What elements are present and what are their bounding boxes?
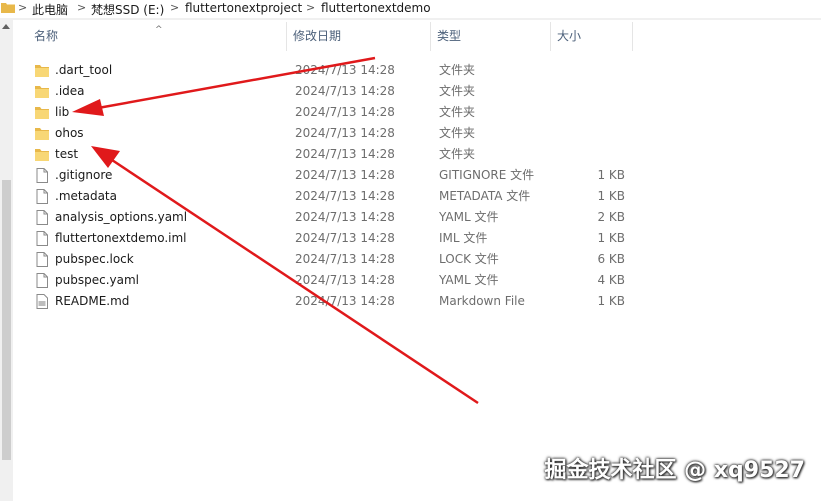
- file-type: GITIGNORE 文件: [439, 168, 535, 182]
- folder-icon: [35, 126, 49, 141]
- file-modified-date: 2024/7/13 14:28: [295, 63, 395, 77]
- file-name: .metadata: [55, 189, 117, 203]
- file-size: 4 KB: [597, 273, 625, 287]
- file-name: README.md: [55, 294, 130, 308]
- column-divider[interactable]: [632, 22, 633, 51]
- file-size: 1 KB: [597, 231, 625, 245]
- file-name: .dart_tool: [55, 63, 113, 77]
- file-modified-date: 2024/7/13 14:28: [295, 252, 395, 266]
- file-size: 1 KB: [597, 168, 625, 182]
- file-modified-date: 2024/7/13 14:28: [295, 189, 395, 203]
- breadcrumb-current-folder[interactable]: fluttertonextdemo: [321, 1, 431, 15]
- file-size: 1 KB: [597, 189, 625, 203]
- file-icon: [35, 189, 49, 204]
- file-name: pubspec.yaml: [55, 273, 139, 287]
- file-row[interactable]: .metadata 2024/7/13 14:28 METADATA 文件 1 KB: [30, 186, 630, 207]
- file-row[interactable]: pubspec.lock 2024/7/13 14:28 LOCK 文件 6 KB: [30, 249, 630, 270]
- file-row[interactable]: test 2024/7/13 14:28 文件夹: [30, 144, 630, 165]
- sort-ascending-icon: ^: [155, 25, 163, 35]
- file-row[interactable]: .gitignore 2024/7/13 14:28 GITIGNORE 文件 1 K…: [30, 165, 630, 186]
- file-type: YAML 文件: [439, 273, 499, 287]
- file-type: 文件夹: [439, 105, 476, 119]
- file-icon: [35, 210, 49, 225]
- file-name: fluttertonextdemo.iml: [55, 231, 187, 245]
- file-modified-date: 2024/7/13 14:28: [295, 273, 395, 287]
- file-size: [570, 102, 625, 123]
- column-header-type[interactable]: 类型: [431, 20, 549, 53]
- column-header-size[interactable]: 大小: [551, 20, 632, 53]
- file-row[interactable]: .dart_tool 2024/7/13 14:28 文件夹: [30, 60, 630, 81]
- file-name: test: [55, 147, 79, 161]
- address-bar[interactable]: > 此电脑 > 梵想SSD (E:) > fluttertonextprojec…: [0, 0, 821, 18]
- folder-icon: [35, 84, 49, 99]
- chevron-right-icon[interactable]: >: [306, 1, 315, 14]
- file-modified-date: 2024/7/13 14:28: [295, 168, 395, 182]
- file-type: YAML 文件: [439, 210, 499, 224]
- folder-icon: [35, 147, 49, 162]
- file-size: [570, 123, 625, 144]
- column-header-type-label: 类型: [437, 29, 462, 43]
- column-header-name-label: 名称: [34, 29, 59, 43]
- file-row[interactable]: analysis_options.yaml 2024/7/13 14:28 YAML…: [30, 207, 630, 228]
- file-name: lib: [55, 105, 70, 119]
- file-icon: [35, 252, 49, 267]
- file-size: [570, 144, 625, 165]
- chevron-right-icon[interactable]: >: [18, 1, 27, 14]
- folder-icon: [35, 105, 49, 120]
- column-header-size-label: 大小: [557, 29, 582, 43]
- file-size: 2 KB: [597, 210, 625, 224]
- file-icon: [35, 231, 49, 246]
- file-type: 文件夹: [439, 63, 476, 77]
- file-type: 文件夹: [439, 126, 476, 140]
- file-row[interactable]: README.md 2024/7/13 14:28 Markdown File 1 K…: [30, 291, 630, 312]
- file-type: METADATA 文件: [439, 189, 531, 203]
- scrollbar-thumb[interactable]: [2, 180, 11, 460]
- folder-icon: [35, 63, 49, 78]
- markdown-file-icon: [35, 294, 49, 309]
- file-type: Markdown File: [439, 294, 525, 308]
- file-name: analysis_options.yaml: [55, 210, 188, 224]
- file-modified-date: 2024/7/13 14:28: [295, 126, 395, 140]
- file-row[interactable]: ohos 2024/7/13 14:28 文件夹: [30, 123, 630, 144]
- file-row[interactable]: lib 2024/7/13 14:28 文件夹: [30, 102, 630, 123]
- file-modified-date: 2024/7/13 14:28: [295, 210, 395, 224]
- file-row[interactable]: fluttertonextdemo.iml 2024/7/13 14:28 IML …: [30, 228, 630, 249]
- file-name: pubspec.lock: [55, 252, 134, 266]
- file-modified-date: 2024/7/13 14:28: [295, 294, 395, 308]
- file-modified-date: 2024/7/13 14:28: [295, 105, 395, 119]
- file-modified-date: 2024/7/13 14:28: [295, 231, 395, 245]
- file-type: LOCK 文件: [439, 252, 499, 266]
- file-size: 6 KB: [597, 252, 625, 266]
- file-modified-date: 2024/7/13 14:28: [295, 147, 395, 161]
- file-icon: [35, 168, 49, 183]
- column-header-date-label: 修改日期: [293, 29, 342, 43]
- file-type: 文件夹: [439, 84, 476, 98]
- file-type: 文件夹: [439, 147, 476, 161]
- nav-scrollbar[interactable]: [0, 20, 13, 501]
- scroll-up-icon[interactable]: [2, 24, 10, 29]
- file-size: [570, 60, 625, 81]
- breadcrumb-drive[interactable]: 梵想SSD (E:): [91, 1, 164, 18]
- file-modified-date: 2024/7/13 14:28: [295, 84, 395, 98]
- file-type: IML 文件: [439, 231, 488, 245]
- file-row[interactable]: .idea 2024/7/13 14:28 文件夹: [30, 81, 630, 102]
- breadcrumb-project[interactable]: fluttertonextproject: [185, 1, 302, 15]
- file-name: .gitignore: [55, 168, 113, 182]
- file-size: 1 KB: [597, 294, 625, 308]
- chevron-right-icon[interactable]: >: [77, 1, 86, 14]
- watermark: 掘金技术社区 @ xq9527: [544, 458, 806, 483]
- file-name: ohos: [55, 126, 84, 140]
- file-row[interactable]: pubspec.yaml 2024/7/13 14:28 YAML 文件 4 KB: [30, 270, 630, 291]
- folder-icon: [1, 3, 15, 13]
- file-size: [570, 81, 625, 102]
- column-header-date[interactable]: 修改日期: [287, 20, 429, 53]
- breadcrumb-this-pc[interactable]: 此电脑: [32, 1, 68, 18]
- chevron-right-icon[interactable]: >: [170, 1, 179, 14]
- file-icon: [35, 273, 49, 288]
- file-name: .idea: [55, 84, 85, 98]
